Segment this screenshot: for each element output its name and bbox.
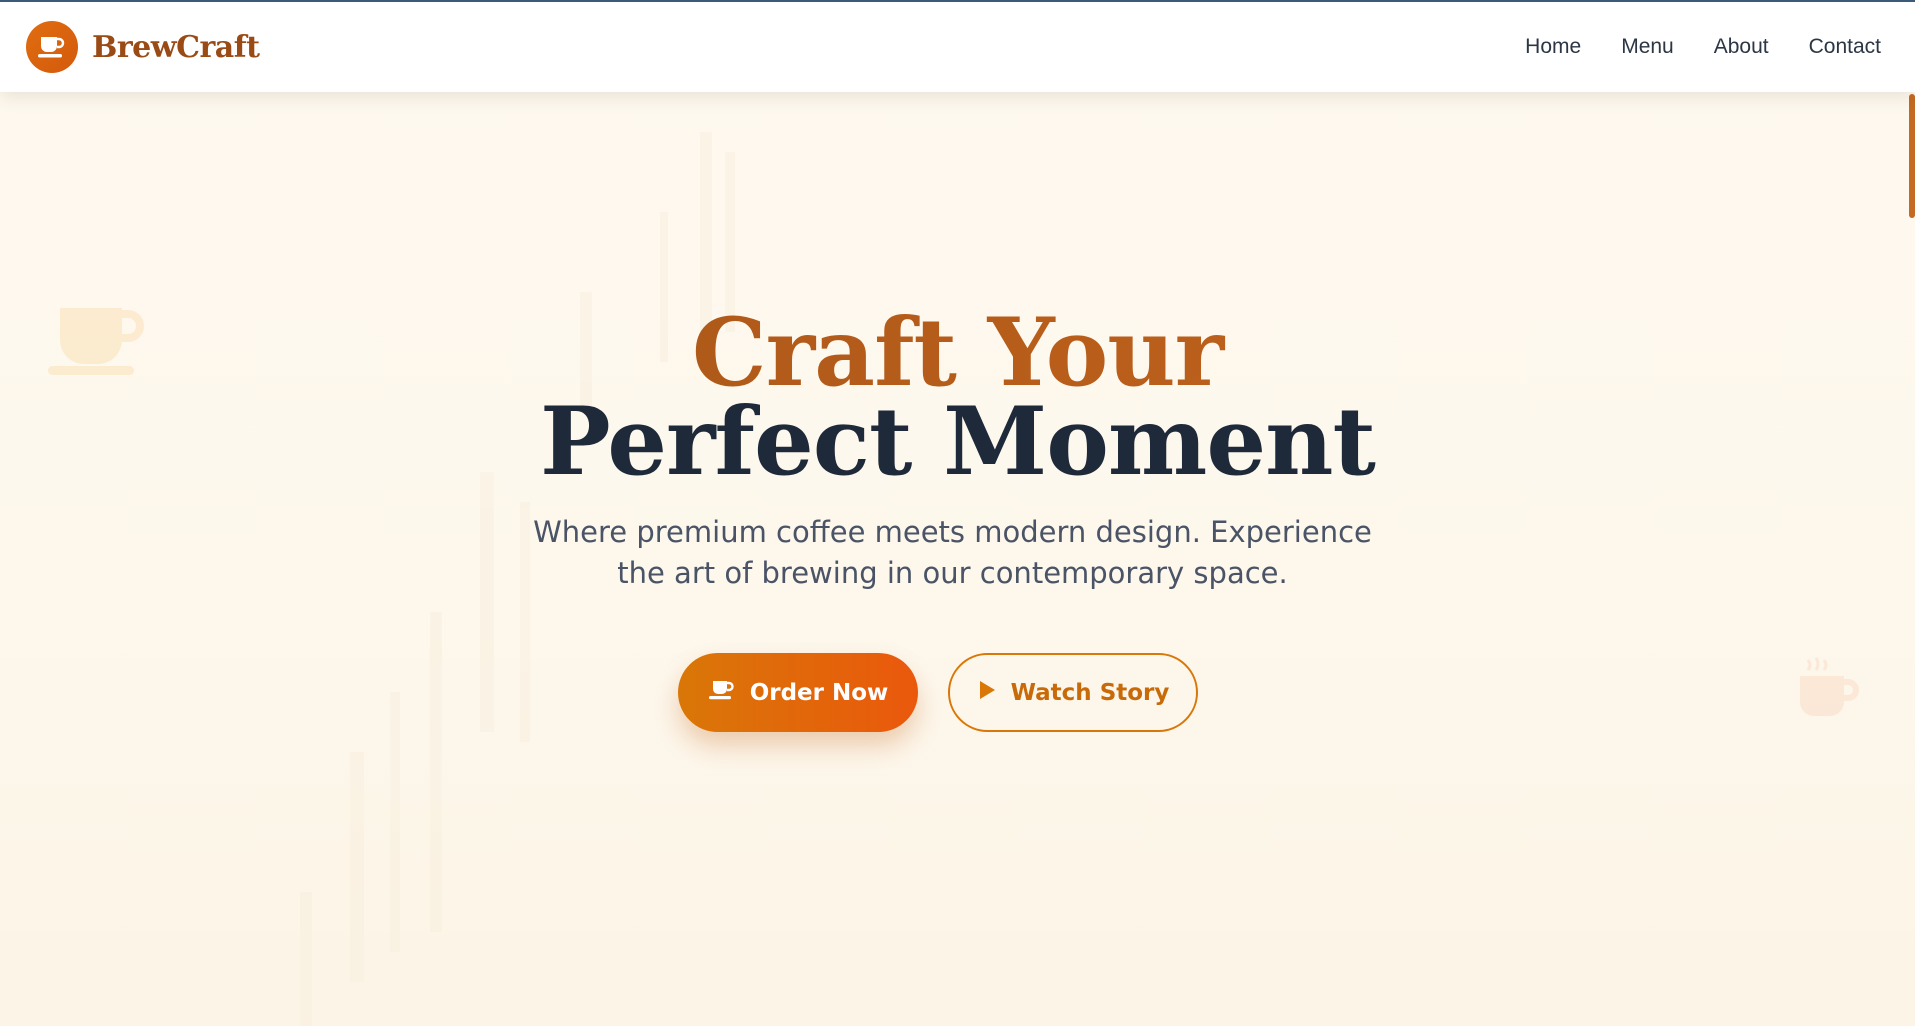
page-scrollbar[interactable] <box>1909 92 1915 1026</box>
top-navbar: BrewCraft Home Menu About Contact <box>0 0 1915 92</box>
nav-link-menu[interactable]: Menu <box>1621 35 1674 59</box>
hero-buttons: Order Now Watch Story <box>0 653 1915 732</box>
coffee-cup-icon <box>26 21 78 73</box>
hero-subtitle: Where premium coffee meets modern design… <box>533 515 1372 590</box>
nav-link-about[interactable]: About <box>1714 35 1769 59</box>
order-now-button[interactable]: Order Now <box>678 653 918 732</box>
coffee-cup-icon <box>708 679 736 707</box>
order-now-label: Order Now <box>749 679 889 706</box>
hero-title-line-1: Craft Your <box>0 306 1915 400</box>
nav-link-home[interactable]: Home <box>1525 35 1581 59</box>
page: BrewCraft Home Menu About Contact Craft … <box>0 0 1915 1026</box>
watch-story-button[interactable]: Watch Story <box>948 653 1198 732</box>
scrollbar-thumb[interactable] <box>1909 94 1915 218</box>
watch-story-label: Watch Story <box>1010 679 1170 706</box>
nav-link-contact[interactable]: Contact <box>1809 35 1881 59</box>
hero-title-line-2: Perfect Moment <box>540 387 1376 497</box>
play-icon <box>977 679 997 707</box>
main-nav: Home Menu About Contact <box>1525 35 1881 59</box>
hero-section: Craft Your Perfect Moment Where premium … <box>0 92 1915 1026</box>
brand-logo-link[interactable]: BrewCraft <box>26 21 260 73</box>
brand-name: BrewCraft <box>92 29 260 65</box>
